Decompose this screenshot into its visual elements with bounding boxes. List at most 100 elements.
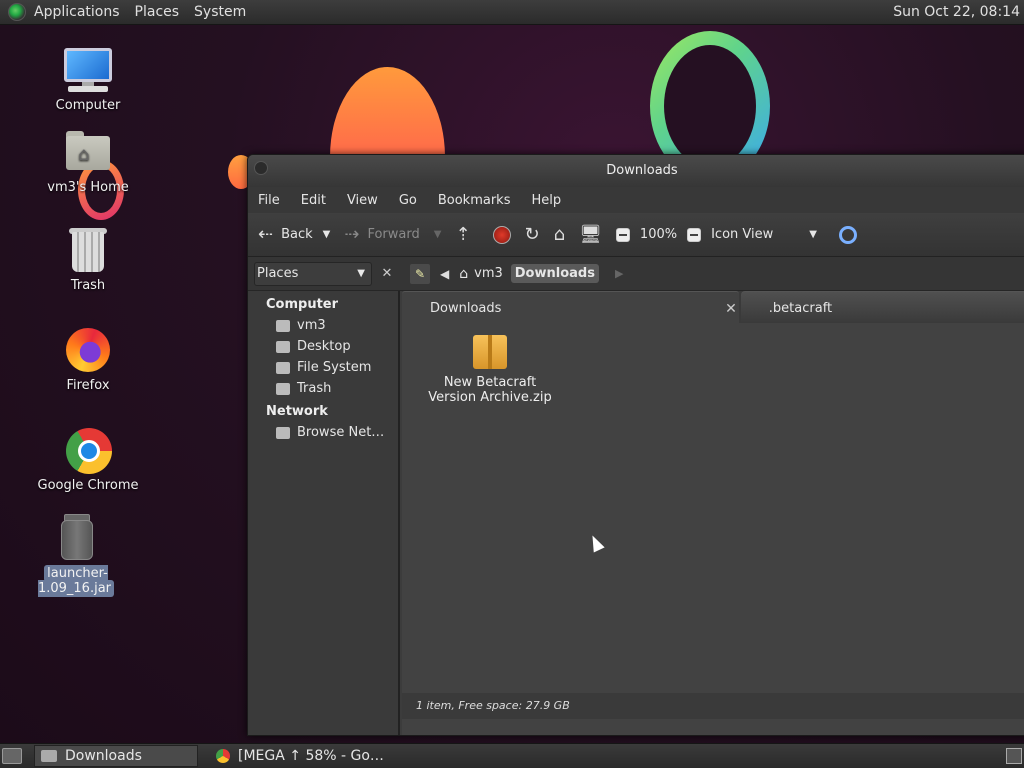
sidebar-item-label: Browse Net…: [297, 425, 385, 440]
window-menu-button[interactable]: [254, 161, 268, 175]
chrome-icon: [216, 749, 230, 763]
sidebar-item-browse-network[interactable]: Browse Net…: [248, 422, 398, 443]
menu-applications[interactable]: Applications: [34, 4, 120, 20]
file-manager-window: Downloads File Edit View Go Bookmarks He…: [247, 154, 1024, 736]
taskbar-item-downloads[interactable]: Downloads: [34, 745, 198, 767]
back-label: Back: [281, 227, 313, 242]
sidebar-item-file-system[interactable]: File System: [248, 357, 398, 378]
home-folder-icon: ⌂: [64, 128, 112, 176]
breadcrumb-scroll-right-icon[interactable]: ▶: [615, 267, 623, 280]
up-button[interactable]: ⇡: [455, 224, 478, 245]
window-titlebar[interactable]: Downloads: [248, 155, 1024, 187]
tab-label: .betacraft: [768, 301, 833, 316]
back-arrow-icon: ⇠: [258, 224, 274, 245]
zoom-in-icon: [687, 227, 702, 242]
reload-button[interactable]: ↻: [525, 224, 540, 245]
up-arrow-icon: ⇡: [455, 224, 471, 245]
panel-clock[interactable]: Sun Oct 22, 08:14: [893, 4, 1020, 20]
sidebar-item-label: vm3: [297, 318, 326, 333]
trash-applet-icon[interactable]: [1006, 748, 1022, 764]
toggle-location-entry-icon[interactable]: ✎: [410, 263, 430, 284]
breadcrumb-label: Downloads: [514, 266, 595, 281]
sidebar-section-computer: Computer: [266, 297, 339, 312]
taskbar-item-chrome[interactable]: [MEGA ↑ 58% - Go…: [210, 745, 390, 767]
stop-icon: [492, 225, 511, 244]
chrome-icon: [64, 426, 112, 474]
tab-betacraft[interactable]: .betacraft: [740, 291, 1024, 323]
menu-help[interactable]: Help: [531, 193, 561, 208]
search-button[interactable]: [838, 225, 857, 244]
close-icon[interactable]: ✕: [725, 292, 737, 326]
forward-label: Forward: [367, 227, 420, 242]
sidebar-item-trash[interactable]: Trash: [248, 378, 398, 399]
desktop-icon-label: vm3's Home: [47, 180, 129, 195]
top-panel: Applications Places System Sun Oct 22, 0…: [0, 0, 1024, 25]
forward-arrow-icon: ⇢: [344, 224, 360, 245]
view-mode-select[interactable]: Icon View ▼: [711, 227, 817, 242]
breadcrumb-downloads[interactable]: Downloads: [510, 264, 599, 283]
chevron-down-icon: ▼: [357, 268, 365, 279]
taskbar-item-label: Downloads: [65, 748, 142, 764]
home-folder-icon: ⌂: [553, 224, 566, 245]
reload-icon: ↻: [524, 224, 540, 245]
chevron-down-icon: ▼: [809, 229, 817, 240]
desktop-icon-trash[interactable]: Trash: [33, 226, 143, 293]
tab-downloads[interactable]: Downloads ✕: [402, 291, 739, 323]
view-mode-value: Icon View: [711, 227, 774, 242]
close-sidebar-icon[interactable]: ✕: [378, 266, 396, 281]
zoom-value: 100%: [639, 227, 678, 242]
desktop-icon-firefox[interactable]: Firefox: [33, 326, 143, 393]
sidebar-item-label: File System: [297, 360, 372, 375]
bottom-panel: Downloads [MEGA ↑ 58% - Go…: [0, 743, 1024, 768]
sidebar-type-select[interactable]: Places ▼: [254, 261, 372, 286]
menu-edit[interactable]: Edit: [301, 193, 326, 208]
computer-button[interactable]: 🖥: [579, 224, 602, 245]
file-name: New Betacraft Version Archive.zip: [428, 375, 552, 405]
breadcrumb-scroll-left-icon[interactable]: ◀: [440, 267, 449, 281]
menu-go[interactable]: Go: [399, 193, 417, 208]
zoom-out-button[interactable]: [615, 227, 636, 242]
menubar: File Edit View Go Bookmarks Help: [248, 187, 1024, 213]
back-button[interactable]: ⇠ Back: [258, 224, 313, 245]
places-sidebar: Computer vm3 Desktop File System Trash N…: [248, 291, 400, 735]
home-folder-icon: [276, 319, 290, 332]
menu-file[interactable]: File: [258, 193, 280, 208]
breadcrumb-vm3[interactable]: ⌂ vm3: [459, 266, 503, 282]
desktop-icon-computer[interactable]: Computer: [33, 46, 143, 113]
menu-system[interactable]: System: [194, 4, 246, 20]
sidebar-item-label: Desktop: [297, 339, 351, 354]
stop-button[interactable]: [492, 225, 511, 244]
window-title: Downloads: [606, 163, 678, 178]
breadcrumb-label: vm3: [474, 266, 503, 281]
menu-places[interactable]: Places: [135, 4, 180, 20]
firefox-icon: [64, 326, 112, 374]
zoom-in-button[interactable]: [687, 227, 707, 242]
sidebar-type-value: Places: [257, 266, 299, 281]
sidebar-item-vm3[interactable]: vm3: [248, 315, 398, 336]
tab-bar: Downloads ✕ .betacraft: [402, 291, 1024, 323]
distro-logo-icon[interactable]: [8, 3, 26, 21]
computer-icon: 🖥: [579, 224, 602, 245]
home-button[interactable]: ⌂: [554, 224, 565, 245]
file-item[interactable]: New Betacraft Version Archive.zip: [420, 335, 560, 405]
desktop-icon-home[interactable]: ⌂ vm3's Home: [33, 128, 143, 195]
toolbar: ⇠ Back ▼ ⇢ Forward ▼ ⇡ ↻ ⌂ 🖥 100% Icon V…: [248, 213, 1024, 257]
chevron-down-icon: ▼: [322, 229, 331, 240]
desktop-icon-label: Trash: [70, 278, 106, 293]
status-bar: 1 item, Free space: 27.9 GB: [402, 693, 1024, 719]
sidebar-section-network: Network: [266, 404, 328, 419]
show-desktop-icon[interactable]: [2, 748, 22, 764]
menu-view[interactable]: View: [347, 193, 378, 208]
sidebar-item-desktop[interactable]: Desktop: [248, 336, 398, 357]
trash-icon: [276, 382, 290, 395]
jar-file-icon: [52, 514, 100, 562]
zoom-level[interactable]: 100%: [640, 227, 677, 242]
desktop-icon-chrome[interactable]: Google Chrome: [33, 426, 143, 493]
back-history-dropdown[interactable]: ▼: [323, 229, 331, 240]
forward-button[interactable]: ⇢ Forward ▼: [344, 224, 441, 245]
menu-bookmarks[interactable]: Bookmarks: [438, 193, 511, 208]
desktop-icon-launcher-jar[interactable]: launcher-1.09_16.jar: [20, 514, 132, 597]
window-body: Computer vm3 Desktop File System Trash N…: [248, 291, 1024, 735]
file-view[interactable]: Downloads ✕ .betacraft New Betacraft Ver…: [402, 291, 1024, 735]
sidebar-item-label: Trash: [297, 381, 332, 396]
